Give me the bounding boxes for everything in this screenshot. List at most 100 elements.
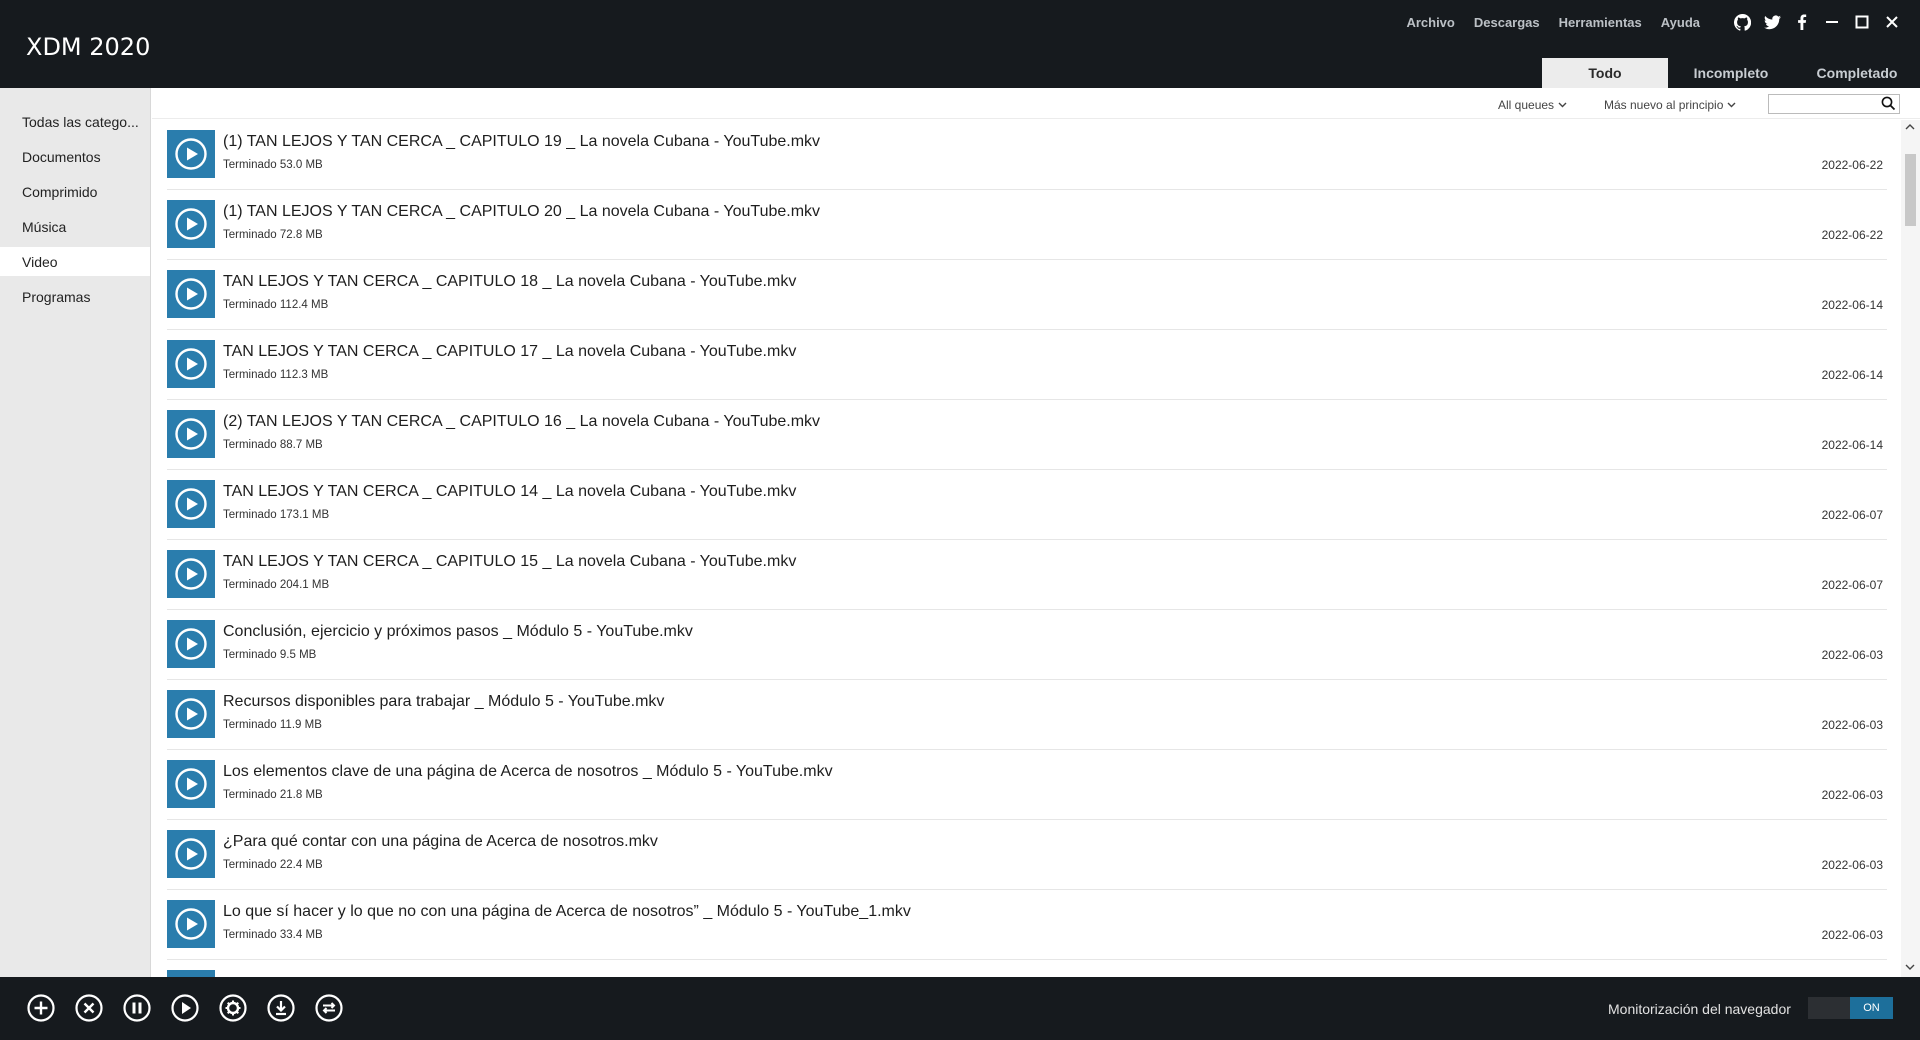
menu-archivo[interactable]: Archivo — [1406, 15, 1454, 30]
file-name: Lo que sí hacer y lo que no con una pági… — [223, 903, 911, 920]
file-name: (2) TAN LEJOS Y TAN CERCA _ CAPITULO 16 … — [223, 413, 821, 430]
download-row-partial[interactable] — [167, 960, 1887, 977]
search-box — [1768, 94, 1900, 114]
resume-download-button[interactable] — [170, 993, 200, 1023]
facebook-icon[interactable] — [1792, 12, 1812, 32]
scroll-up-icon[interactable] — [1905, 122, 1915, 132]
maximize-icon[interactable] — [1852, 12, 1872, 32]
browser-monitoring-label: Monitorización del navegador — [1608, 1001, 1791, 1017]
file-date: 2022-06-03 — [1821, 718, 1883, 732]
settings-button[interactable] — [218, 993, 248, 1023]
file-date: 2022-06-14 — [1821, 438, 1883, 452]
tab-todo[interactable]: Todo — [1542, 58, 1668, 88]
file-name: ¿Para qué contar con una página de Acerc… — [223, 833, 658, 850]
download-row[interactable]: (1) TAN LEJOS Y TAN CERCA _ CAPITULO 20 … — [167, 190, 1887, 260]
file-name: TAN LEJOS Y TAN CERCA _ CAPITULO 18 _ La… — [223, 273, 797, 290]
list-toolbar: All queues Más nuevo al principio — [152, 88, 1920, 119]
video-file-icon — [167, 970, 215, 977]
app-title: XDM 2020 — [26, 33, 151, 61]
tab-incompleto[interactable]: Incompleto — [1668, 58, 1794, 88]
file-date: 2022-06-22 — [1821, 228, 1883, 242]
queue-filter-dropdown[interactable]: All queues — [1498, 98, 1567, 112]
menu-ayuda[interactable]: Ayuda — [1661, 15, 1700, 30]
download-row[interactable]: (2) TAN LEJOS Y TAN CERCA _ CAPITULO 16 … — [167, 400, 1887, 470]
menu-herramientas[interactable]: Herramientas — [1559, 15, 1642, 30]
sort-order-dropdown[interactable]: Más nuevo al principio — [1604, 98, 1736, 112]
sidebar-item-music[interactable]: Música — [0, 212, 150, 241]
download-row[interactable]: (1) TAN LEJOS Y TAN CERCA _ CAPITULO 19 … — [167, 120, 1887, 190]
resume-icon — [171, 994, 199, 1022]
minimize-icon[interactable] — [1822, 12, 1842, 32]
video-file-icon — [167, 270, 215, 318]
video-file-icon — [167, 900, 215, 948]
tab-completado[interactable]: Completado — [1794, 58, 1920, 88]
download-row[interactable]: ¿Para qué contar con una página de Acerc… — [167, 820, 1887, 890]
scroll-down-icon[interactable] — [1905, 963, 1915, 973]
file-date: 2022-06-03 — [1821, 788, 1883, 802]
search-input[interactable] — [1769, 95, 1875, 113]
refresh-icon — [315, 994, 343, 1022]
browser-monitoring-toggle[interactable]: ON — [1808, 997, 1893, 1019]
file-status: Terminado 112.3 MB — [223, 369, 329, 381]
file-date: 2022-06-14 — [1821, 368, 1883, 382]
download-row[interactable]: Lo que sí hacer y lo que no con una pági… — [167, 890, 1887, 960]
pause-icon — [123, 994, 151, 1022]
add-download-button[interactable] — [26, 993, 56, 1023]
file-name: TAN LEJOS Y TAN CERCA _ CAPITULO 15 _ La… — [223, 553, 797, 570]
pause-download-button[interactable] — [122, 993, 152, 1023]
video-file-icon — [167, 340, 215, 388]
download-row[interactable]: TAN LEJOS Y TAN CERCA _ CAPITULO 15 _ La… — [167, 540, 1887, 610]
chevron-down-icon — [1558, 102, 1567, 108]
cancel-icon — [75, 994, 103, 1022]
title-bar: XDM 2020 Archivo Descargas Herramientas … — [0, 0, 1920, 88]
download-list: (1) TAN LEJOS Y TAN CERCA _ CAPITULO 19 … — [167, 120, 1887, 977]
queue-filter-label: All queues — [1498, 98, 1555, 112]
download-row[interactable]: Conclusión, ejercicio y próximos pasos _… — [167, 610, 1887, 680]
download-row[interactable]: TAN LEJOS Y TAN CERCA _ CAPITULO 17 _ La… — [167, 330, 1887, 400]
sidebar-item-documents[interactable]: Documentos — [0, 142, 150, 171]
category-sidebar: Todas las catego... Documentos Comprimid… — [0, 88, 151, 977]
settings-icon — [219, 994, 247, 1022]
file-date: 2022-06-03 — [1821, 648, 1883, 662]
twitter-icon[interactable] — [1762, 12, 1782, 32]
search-icon[interactable] — [1881, 96, 1896, 116]
file-name: TAN LEJOS Y TAN CERCA _ CAPITULO 17 _ La… — [223, 343, 797, 360]
file-name: (1) TAN LEJOS Y TAN CERCA _ CAPITULO 19 … — [223, 133, 821, 150]
video-file-icon — [167, 760, 215, 808]
sidebar-item-programs[interactable]: Programas — [0, 282, 150, 311]
batch-download-button[interactable] — [314, 993, 344, 1023]
menu-descargas[interactable]: Descargas — [1474, 15, 1540, 30]
file-status: Terminado 11.9 MB — [223, 719, 322, 731]
video-file-icon — [167, 830, 215, 878]
media-grabber-button[interactable] — [266, 993, 296, 1023]
video-file-icon — [167, 200, 215, 248]
download-row[interactable]: TAN LEJOS Y TAN CERCA _ CAPITULO 14 _ La… — [167, 470, 1887, 540]
sidebar-item-all[interactable]: Todas las catego... — [0, 107, 150, 136]
file-date: 2022-06-03 — [1821, 928, 1883, 942]
download-row[interactable]: Los elementos clave de una página de Ace… — [167, 750, 1887, 820]
download-icon — [267, 994, 295, 1022]
file-status: Terminado 33.4 MB — [223, 929, 323, 941]
scrollbar-thumb[interactable] — [1905, 154, 1916, 226]
chevron-down-icon — [1727, 102, 1736, 108]
delete-download-button[interactable] — [74, 993, 104, 1023]
file-name: Los elementos clave de una página de Ace… — [223, 763, 833, 780]
github-icon[interactable] — [1732, 12, 1752, 32]
sidebar-item-video[interactable]: Video — [0, 247, 150, 276]
bottom-toolbar: Monitorización del navegador ON — [0, 977, 1920, 1040]
video-file-icon — [167, 130, 215, 178]
download-row[interactable]: Recursos disponibles para trabajar _ Mód… — [167, 680, 1887, 750]
download-row[interactable]: TAN LEJOS Y TAN CERCA _ CAPITULO 18 _ La… — [167, 260, 1887, 330]
add-icon — [27, 994, 55, 1022]
file-name: Conclusión, ejercicio y próximos pasos _… — [223, 623, 693, 640]
file-status: Terminado 112.4 MB — [223, 299, 329, 311]
file-date: 2022-06-07 — [1821, 578, 1883, 592]
close-icon[interactable] — [1882, 12, 1902, 32]
video-file-icon — [167, 480, 215, 528]
list-scrollbar[interactable] — [1901, 120, 1920, 977]
file-date: 2022-06-03 — [1821, 858, 1883, 872]
toggle-on-label: ON — [1850, 997, 1893, 1019]
sidebar-item-compressed[interactable]: Comprimido — [0, 177, 150, 206]
file-status: Terminado 53.0 MB — [223, 159, 323, 171]
video-file-icon — [167, 620, 215, 668]
